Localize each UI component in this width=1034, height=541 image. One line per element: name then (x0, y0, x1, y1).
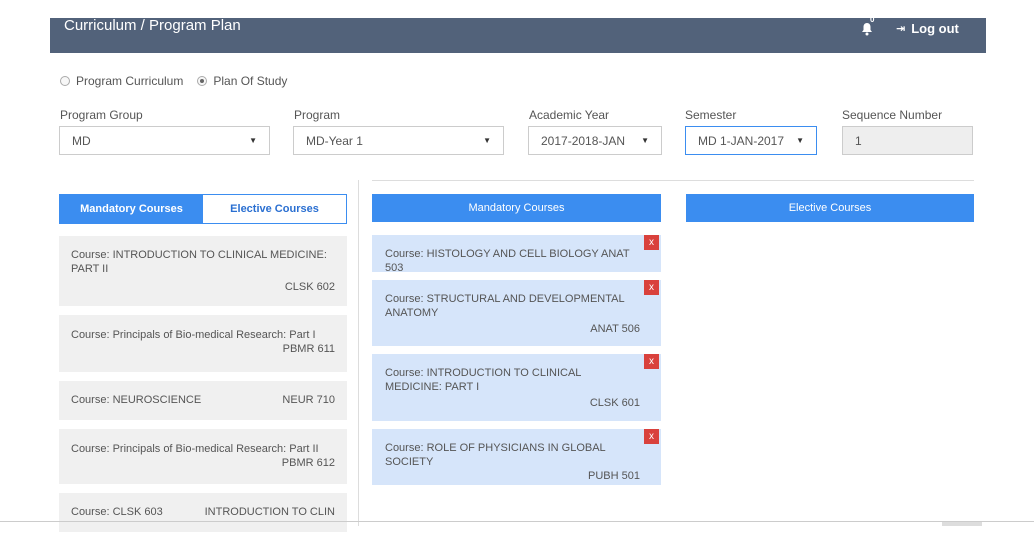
course-item[interactable]: Course: INTRODUCTION TO CLINICAL MEDICIN… (59, 236, 347, 306)
course-type-tabs: Mandatory Courses Elective Courses (59, 194, 347, 224)
chevron-down-icon: ▼ (249, 136, 257, 145)
remove-course-button[interactable]: x (644, 429, 659, 444)
plan-course-item[interactable]: Course: STRUCTURAL AND DEVELOPMENTAL ANA… (372, 280, 661, 346)
top-header: Curriculum / Program Plan 0 ⇥ Log out (50, 15, 986, 53)
course-code: PBMR 612 (281, 457, 335, 469)
course-code: PUBH 501 (588, 470, 640, 482)
course-code: NEUR 710 (282, 394, 335, 406)
program-label: Program (294, 108, 341, 122)
tab-elective-courses[interactable]: Elective Courses (203, 195, 346, 223)
chevron-down-icon: ▼ (483, 136, 491, 145)
course-name: Course: INTRODUCTION TO CLINICAL MEDICIN… (71, 249, 327, 275)
program-select[interactable]: MD-Year 1 ▼ (293, 126, 504, 155)
column-divider (358, 180, 359, 526)
plan-mandatory-header: Mandatory Courses (372, 194, 661, 222)
academic-year-select[interactable]: 2017-2018-JAN ▼ (528, 126, 662, 155)
view-mode-group: Program Curriculum Plan Of Study (60, 74, 295, 88)
page-title: Curriculum / Program Plan (64, 17, 241, 34)
plan-elective-header: Elective Courses (686, 194, 974, 222)
course-code: ANAT 506 (590, 323, 640, 335)
program-curriculum-label[interactable]: Program Curriculum (76, 74, 183, 88)
course-code: CLSK 602 (284, 281, 335, 293)
remove-course-button[interactable]: x (644, 235, 659, 250)
logout-label: Log out (911, 21, 959, 36)
course-item[interactable]: Course: NEUROSCIENCE NEUR 710 (59, 381, 347, 420)
divider (372, 180, 974, 181)
plan-of-study-radio[interactable] (197, 76, 208, 86)
course-name: Course: CLSK 603 (71, 506, 163, 518)
bell-icon[interactable] (860, 22, 874, 36)
semester-select[interactable]: MD 1-JAN-2017 ▼ (685, 126, 817, 155)
academic-year-value: 2017-2018-JAN (541, 133, 626, 148)
program-value: MD-Year 1 (306, 133, 363, 148)
sequence-number-value: 1 (855, 133, 862, 148)
course-name: Course: Principals of Bio-medical Resear… (71, 329, 316, 341)
plan-mandatory-list: Course: HISTOLOGY AND CELL BIOLOGY ANAT … (372, 235, 661, 493)
course-item[interactable]: Course: CLSK 603 INTRODUCTION TO CLIN (59, 493, 347, 532)
bottom-border (0, 521, 1034, 522)
course-item[interactable]: Course: Principals of Bio-medical Resear… (59, 315, 347, 372)
program-curriculum-radio[interactable] (60, 76, 70, 86)
logout-button[interactable]: ⇥ Log out (896, 21, 959, 36)
plan-course-item[interactable]: Course: ROLE OF PHYSICIANS IN GLOBAL SOC… (372, 429, 661, 485)
remove-course-button[interactable]: x (644, 280, 659, 295)
course-name: Course: NEUROSCIENCE (71, 394, 202, 406)
course-name: Course: Principals of Bio-medical Resear… (71, 443, 319, 455)
sequence-number-label: Sequence Number (842, 108, 943, 122)
chevron-down-icon: ▼ (796, 136, 804, 145)
tab-mandatory-courses[interactable]: Mandatory Courses (60, 195, 203, 223)
program-group-label: Program Group (60, 108, 143, 122)
course-item[interactable]: Course: Principals of Bio-medical Resear… (59, 429, 347, 484)
course-name: Course: INTRODUCTION TO CLINICAL MEDICIN… (385, 367, 581, 393)
course-name: Course: ROLE OF PHYSICIANS IN GLOBAL SOC… (385, 442, 606, 468)
plan-course-item[interactable]: Course: HISTOLOGY AND CELL BIOLOGY ANAT … (372, 235, 661, 274)
course-name: Course: STRUCTURAL AND DEVELOPMENTAL ANA… (385, 293, 625, 319)
plan-of-study-label[interactable]: Plan Of Study (213, 74, 287, 88)
semester-value: MD 1-JAN-2017 (698, 133, 785, 148)
course-code: PBMR 611 (282, 343, 335, 355)
available-course-list: Course: INTRODUCTION TO CLINICAL MEDICIN… (59, 236, 347, 541)
course-code: INTRODUCTION TO CLIN (204, 506, 335, 518)
chevron-down-icon: ▼ (641, 136, 649, 145)
scrollbar-thumb[interactable] (942, 522, 982, 526)
course-name: Course: HISTOLOGY AND CELL BIOLOGY ANAT … (385, 248, 630, 274)
academic-year-label: Academic Year (529, 108, 610, 122)
course-code: CLSK 601 (589, 397, 640, 409)
notification-count: 0 (870, 15, 875, 24)
program-group-select[interactable]: MD ▼ (59, 126, 270, 155)
semester-label: Semester (685, 108, 737, 122)
logout-icon: ⇥ (896, 23, 906, 35)
program-group-value: MD (72, 133, 91, 148)
plan-course-item[interactable]: Course: INTRODUCTION TO CLINICAL MEDICIN… (372, 354, 661, 421)
remove-course-button[interactable]: x (644, 354, 659, 369)
sequence-number-field: 1 (842, 126, 973, 155)
